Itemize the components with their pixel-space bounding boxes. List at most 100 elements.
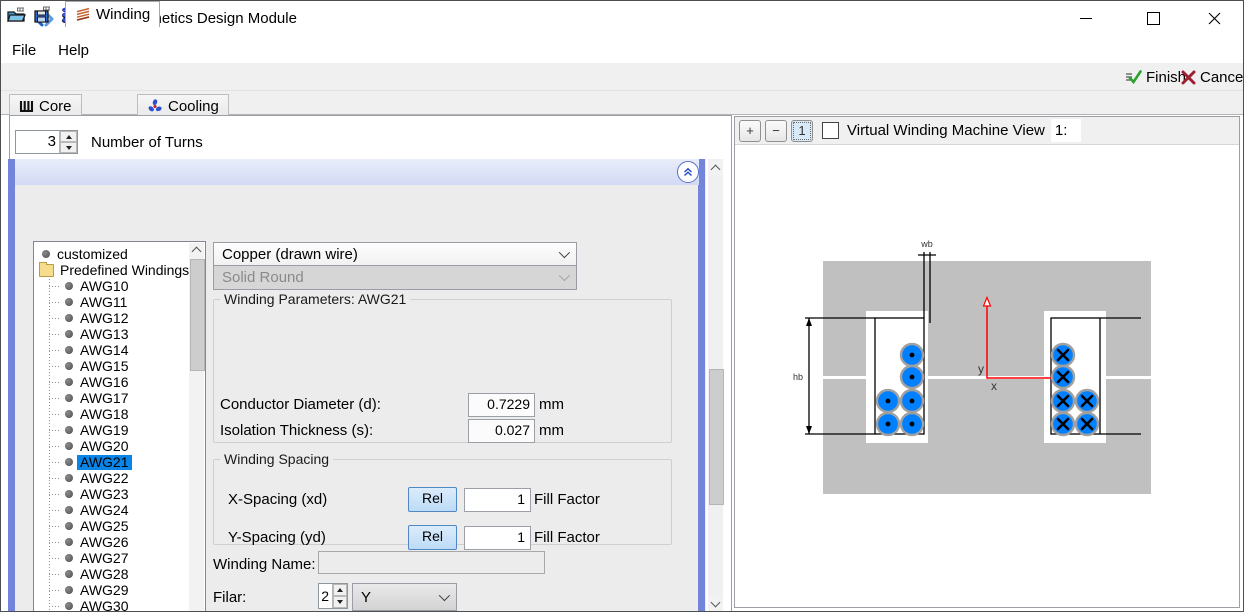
parameter-row: Isolation Thickness (s):0.027mm: [214, 419, 671, 443]
filar-spin-up[interactable]: [333, 584, 347, 596]
maximize-button[interactable]: [1130, 1, 1176, 35]
fill-factor-input[interactable]: 1: [464, 488, 531, 512]
open-button[interactable]: [5, 4, 29, 26]
rel-button[interactable]: Rel: [408, 525, 457, 550]
pane-scroll-up[interactable]: [708, 161, 723, 175]
tree-branch-line: [49, 318, 61, 319]
cancel-label: Cancel: [1200, 69, 1244, 86]
turns-spin-up[interactable]: [60, 131, 77, 142]
parameter-value-field[interactable]: 0.027: [468, 419, 535, 443]
collapse-button[interactable]: [677, 161, 699, 183]
view-header: + − 1 Virtual Winding Machine View 1:: [735, 117, 1239, 145]
spacing-label: Y-Spacing (yd): [228, 529, 326, 546]
tree-scroll-thumb[interactable]: [190, 259, 205, 371]
y-axis-label: y: [978, 362, 984, 376]
tree-item-customized[interactable]: customized: [35, 246, 190, 262]
tree-item-awg20[interactable]: AWG20: [35, 438, 190, 454]
view-index-field[interactable]: 1:: [1051, 119, 1082, 142]
filar-mode-select[interactable]: Y: [352, 583, 457, 611]
minus-icon: −: [772, 123, 780, 138]
winding-name-input[interactable]: [318, 551, 545, 574]
zoom-out-button[interactable]: −: [765, 120, 787, 142]
material-select[interactable]: Copper (drawn wire): [213, 242, 577, 267]
current-out-dot: [910, 422, 915, 427]
minimize-button[interactable]: [1063, 1, 1109, 35]
tab-winding[interactable]: Winding: [65, 1, 160, 27]
shape-select-value: Solid Round: [222, 269, 304, 286]
toolbar: [1, 63, 1243, 91]
tree-scroll-up[interactable]: [189, 243, 204, 257]
tree-item-awg24[interactable]: AWG24: [35, 502, 190, 518]
tree-item-label: AWG24: [77, 503, 132, 518]
parameter-value-field[interactable]: 0.7229: [468, 393, 535, 417]
winding-diagram: hb wb y x: [735, 145, 1239, 607]
winding-spacing-title: Winding Spacing: [220, 451, 333, 467]
tree-item-awg23[interactable]: AWG23: [35, 486, 190, 502]
down-arrow-icon: [337, 600, 343, 604]
tree-item-awg14[interactable]: AWG14: [35, 342, 190, 358]
turns-spinner[interactable]: 3: [15, 130, 78, 154]
bullet-icon: [65, 426, 73, 434]
menu-file[interactable]: File: [8, 40, 40, 61]
turns-spin-down[interactable]: [60, 142, 77, 153]
bullet-icon: [65, 314, 73, 322]
tree-item-awg10[interactable]: AWG10: [35, 278, 190, 294]
tree-item-label: AWG11: [77, 295, 130, 310]
tree-item-awg12[interactable]: AWG12: [35, 310, 190, 326]
bullet-icon: [65, 506, 73, 514]
tree-item-awg27[interactable]: AWG27: [35, 550, 190, 566]
tree-item-label: AWG13: [77, 327, 132, 342]
pane-scrollbar[interactable]: [708, 159, 723, 612]
title-bar: SIMPLIS Magnetics Design Module: [1, 1, 1243, 38]
tree-item-awg25[interactable]: AWG25: [35, 518, 190, 534]
filar-mode-value: Y: [361, 589, 371, 606]
close-button[interactable]: [1191, 1, 1237, 35]
tree-branch-line: [49, 302, 61, 303]
tree-branch-line: [49, 366, 61, 367]
tree-item-awg22[interactable]: AWG22: [35, 470, 190, 486]
tree-item-label: AWG17: [77, 391, 132, 406]
zoom-in-button[interactable]: +: [739, 120, 761, 142]
x-axis-label: x: [991, 379, 997, 393]
tree-item-awg29[interactable]: AWG29: [35, 582, 190, 598]
wb-dimension-label: wb: [920, 239, 933, 249]
save-button[interactable]: [31, 4, 55, 26]
menu-help[interactable]: Help: [54, 40, 93, 61]
open-folder-icon: [7, 6, 27, 24]
tree-item-awg21[interactable]: AWG21: [35, 454, 190, 470]
fill-factor-label: Fill Factor: [534, 529, 600, 546]
tree-item-awg30[interactable]: AWG30: [35, 598, 190, 612]
tab-cooling[interactable]: Cooling: [137, 94, 229, 117]
tree-item-awg19[interactable]: AWG19: [35, 422, 190, 438]
current-out-dot: [910, 375, 915, 380]
tree-item-predefined-windings[interactable]: Predefined Windings: [35, 262, 190, 278]
tree-item-label: AWG10: [77, 279, 132, 294]
tree-item-label: AWG15: [77, 359, 132, 374]
tree-branch-line: [49, 462, 61, 463]
pane-scroll-down[interactable]: [708, 597, 723, 611]
tree-item-awg11[interactable]: AWG11: [35, 294, 190, 310]
fill-factor-input[interactable]: 1: [464, 526, 531, 550]
view-checkbox[interactable]: [822, 122, 839, 139]
cancel-button[interactable]: Cancel: [1181, 67, 1244, 87]
tree-item-awg15[interactable]: AWG15: [35, 358, 190, 374]
tree-item-awg17[interactable]: AWG17: [35, 390, 190, 406]
tree-item-label: AWG19: [77, 423, 132, 438]
tree-scrollbar[interactable]: [189, 243, 204, 612]
tree-item-awg18[interactable]: AWG18: [35, 406, 190, 422]
zoom-reset-button[interactable]: 1: [791, 120, 813, 142]
finish-button[interactable]: Finish: [1125, 67, 1186, 87]
tree-item-awg16[interactable]: AWG16: [35, 374, 190, 390]
bullet-icon: [65, 602, 73, 610]
tree-item-label: AWG18: [77, 407, 132, 422]
tree-item-label: AWG29: [77, 583, 132, 598]
tree-item-awg28[interactable]: AWG28: [35, 566, 190, 582]
rel-button[interactable]: Rel: [408, 487, 457, 512]
tree-item-awg26[interactable]: AWG26: [35, 534, 190, 550]
tree-branch-line: [49, 542, 61, 543]
pane-scroll-thumb[interactable]: [709, 369, 724, 505]
tab-core[interactable]: Core: [9, 94, 82, 117]
filar-spinner[interactable]: 2: [318, 583, 348, 609]
tree-item-awg13[interactable]: AWG13: [35, 326, 190, 342]
filar-spin-down[interactable]: [333, 596, 347, 608]
